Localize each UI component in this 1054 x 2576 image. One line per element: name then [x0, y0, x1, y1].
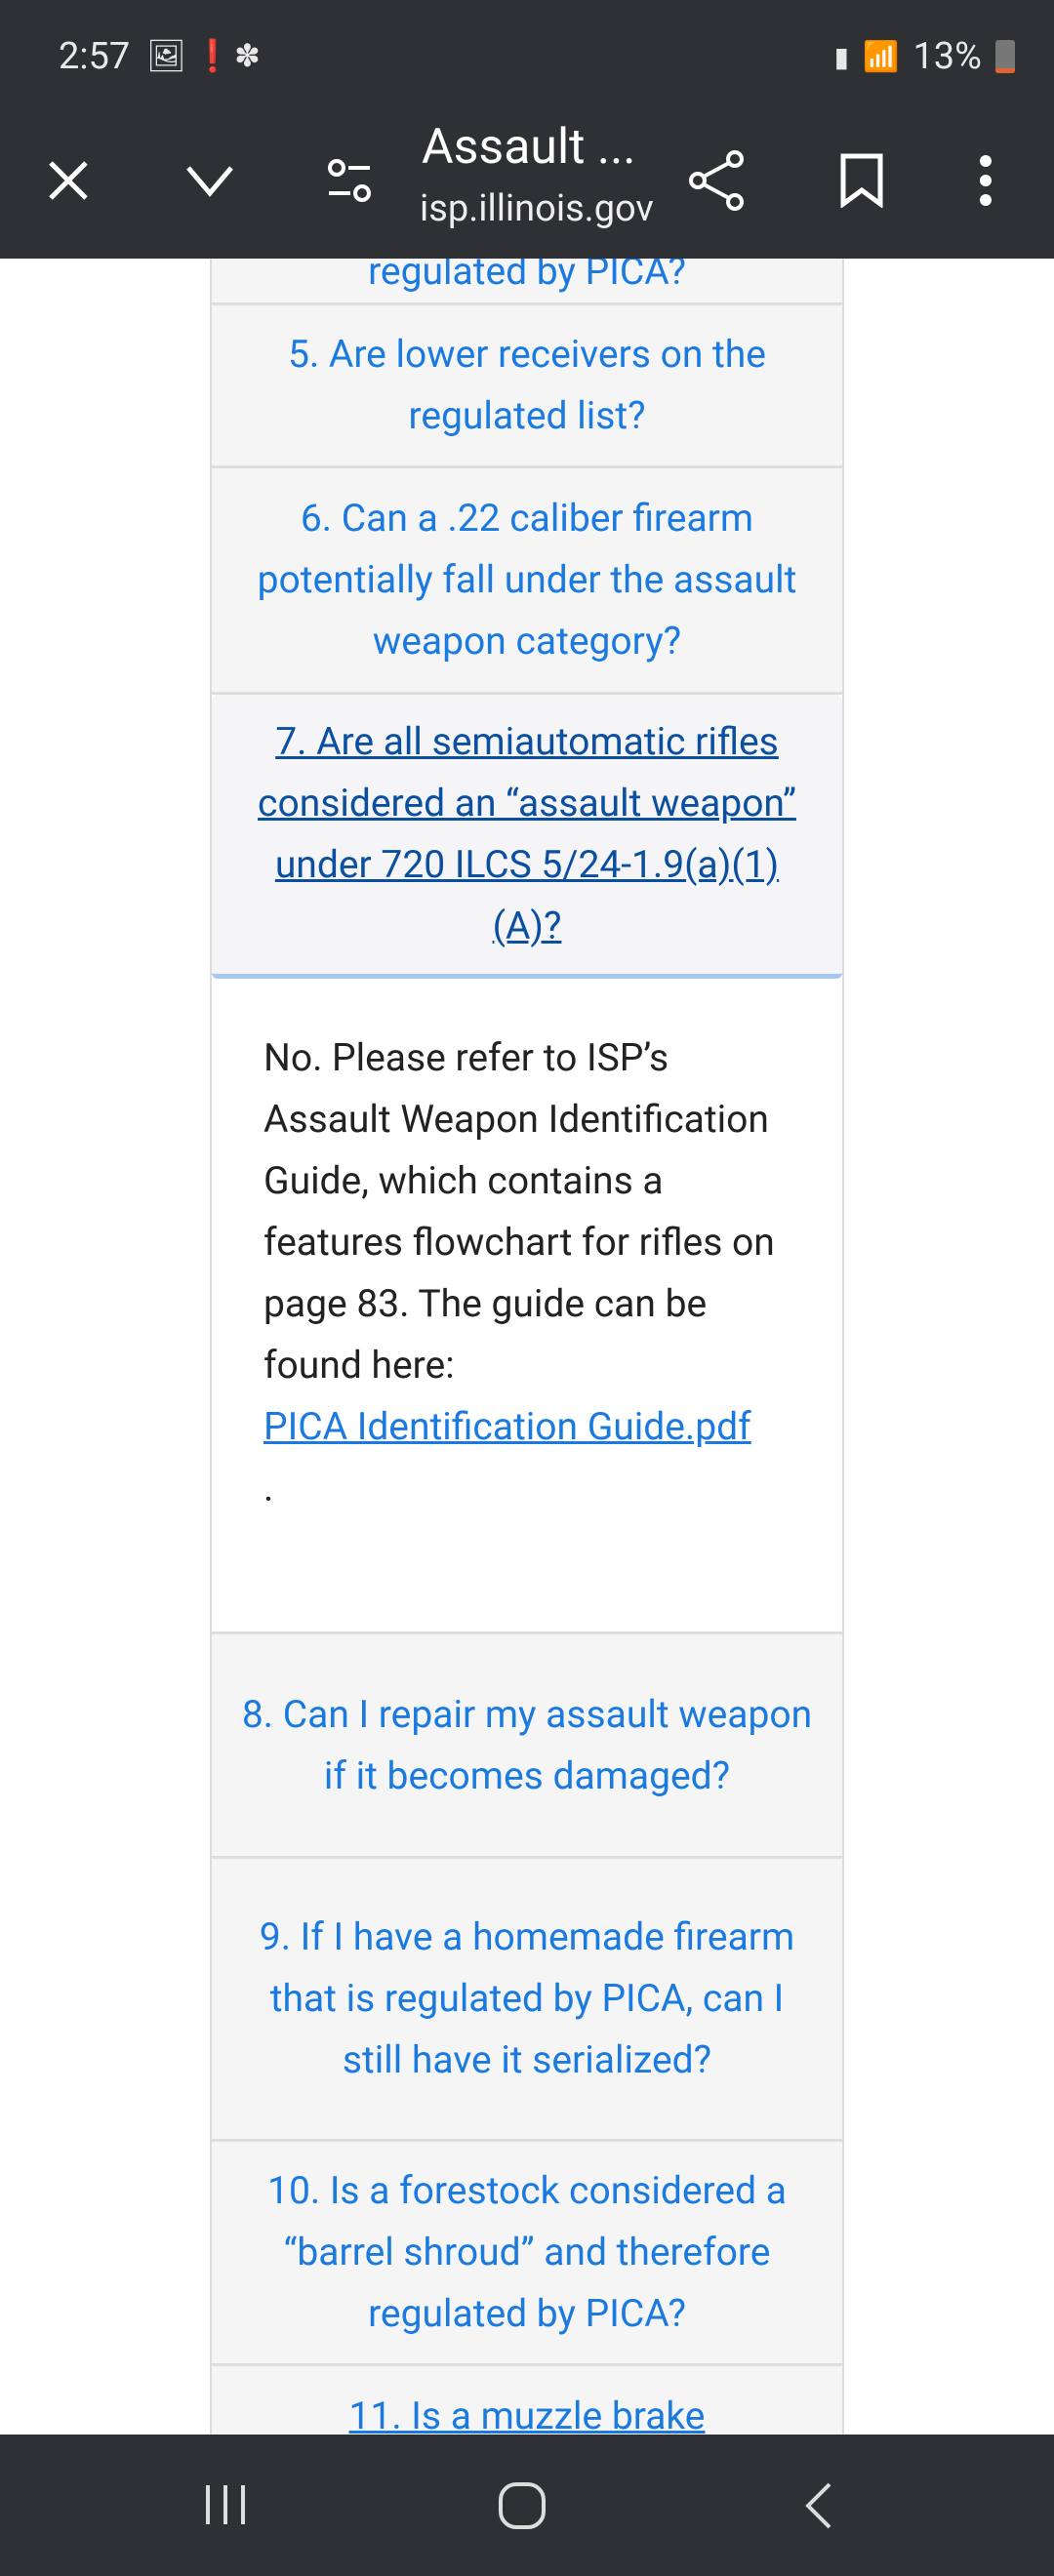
status-bar: 2:57 🖼 ❗ ✽ ▮ 📶 13% — [0, 0, 1054, 98]
faq-question-label: 7. Are all semiautomatic rifles consider… — [258, 719, 796, 948]
gallery-icon: 🖼 — [146, 37, 186, 74]
bookmark-icon[interactable] — [828, 146, 896, 215]
faq-question-4[interactable]: regulated by PICA? — [212, 259, 842, 305]
faq-question-label: 6. Can a .22 caliber firearm potentially… — [257, 496, 797, 664]
battery-saver-icon: ▮ — [833, 40, 850, 73]
recent-apps-icon[interactable] — [203, 2483, 248, 2530]
faq-question-11[interactable]: 11. Is a muzzle brake — [212, 2366, 842, 2435]
faq-question-label: regulated by PICA? — [368, 259, 686, 294]
alert-icon: ❗ — [193, 37, 232, 74]
faq-question-label: 11. Is a muzzle brake — [348, 2394, 706, 2435]
chevron-down-icon[interactable] — [176, 146, 244, 215]
clock: 2:57 — [59, 35, 131, 78]
faq-question-label: 9. If I have a homemade firearm that is … — [259, 1914, 795, 2082]
home-icon[interactable] — [498, 2481, 547, 2534]
battery-icon — [995, 40, 1015, 73]
faq-question-label: 8. Can I repair my assault weapon if it … — [241, 1691, 813, 1798]
wifi-icon: 📶 — [863, 39, 900, 74]
faq-question-label: 10. Is a forestock considered a “barrel … — [267, 2168, 787, 2336]
faq-question-8[interactable]: 8. Can I repair my assault weapon if it … — [212, 1634, 842, 1859]
system-nav-bar — [0, 2435, 1054, 2576]
answer-end: . — [264, 1466, 274, 1510]
back-icon[interactable] — [802, 2481, 833, 2534]
identification-guide-link[interactable]: PICA Identification Guide.pdf — [264, 1404, 751, 1449]
faq-question-7-expanded[interactable]: 7. Are all semiautomatic rifles consider… — [212, 695, 842, 979]
close-icon[interactable] — [34, 146, 102, 215]
battery-percent: 13% — [912, 35, 982, 78]
faq-question-label: 5. Are lower receivers on the regulated … — [288, 332, 766, 438]
answer-text: No. Please refer to ISP’s Assault Weapon… — [264, 1035, 775, 1388]
faq-accordion: regulated by PICA? 5. Are lower receiver… — [210, 259, 844, 2435]
faq-answer-7: No. Please refer to ISP’s Assault Weapon… — [212, 979, 842, 1634]
page-url[interactable]: isp.illinois.gov — [420, 187, 654, 230]
page-title: Assault ... — [422, 119, 636, 176]
browser-toolbar: Assault ... isp.illinois.gov — [0, 98, 1054, 259]
faq-question-5[interactable]: 5. Are lower receivers on the regulated … — [212, 305, 842, 468]
share-icon[interactable] — [683, 146, 751, 215]
flower-icon: ✽ — [234, 37, 261, 74]
faq-question-10[interactable]: 10. Is a forestock considered a “barrel … — [212, 2142, 842, 2366]
site-settings-icon[interactable] — [315, 146, 384, 215]
faq-question-9[interactable]: 9. If I have a homemade firearm that is … — [212, 1859, 842, 2142]
faq-question-6[interactable]: 6. Can a .22 caliber firearm potentially… — [212, 468, 842, 695]
more-options-icon[interactable] — [952, 146, 1020, 215]
